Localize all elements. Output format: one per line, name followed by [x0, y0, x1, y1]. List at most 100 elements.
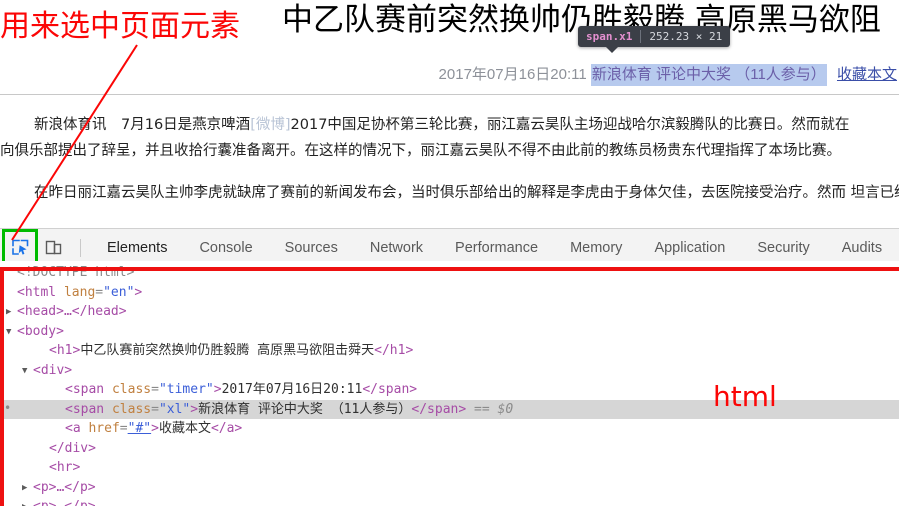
- dom-tag-open: <a: [65, 421, 89, 436]
- dom-row[interactable]: ▶<a href="#">收藏本文</a>: [0, 419, 899, 439]
- device-toolbar-icon: [45, 240, 61, 255]
- tooltip-arrow: [606, 47, 618, 53]
- dom-row[interactable]: ▶<h1>中乙队赛前突然换帅仍胜毅腾 高原黑马欲阻击舜天</h1>: [0, 341, 899, 361]
- chevron-down-icon[interactable]: ▼: [6, 323, 17, 343]
- dom-collapsed-node: <p>…</p>: [33, 479, 96, 495]
- dom-attr-value: "#": [127, 421, 152, 436]
- dom-tag-open: </div>: [49, 440, 96, 456]
- dom-row-content: ▶<span class="xl">新浪体育 评论中大奖 （11人参与）</sp…: [6, 402, 513, 417]
- dom-attr-name: lang: [63, 284, 96, 300]
- dom-tag-open: <div>: [33, 362, 73, 378]
- dom-row[interactable]: ▶<html lang="en">: [0, 283, 899, 303]
- dom-tag-end: </h1>: [374, 343, 414, 358]
- tab-label: Security: [757, 239, 810, 256]
- dom-attr-value: "xl": [158, 401, 191, 417]
- dom-selected-ref: == $0: [466, 401, 514, 417]
- article-paragraph-2: 在昨日丽江嘉云昊队主帅李虎就缺席了赛前的新闻发布会，当时俱乐部给出的解释是李虎由…: [0, 180, 899, 206]
- chevron-down-icon[interactable]: ▼: [22, 362, 33, 382]
- annotation-html-note: html: [713, 380, 777, 413]
- dom-row-content: ▼ <body>: [6, 324, 64, 339]
- tooltip-selector: span.x1: [586, 30, 633, 43]
- dom-text-node: 收藏本文: [158, 421, 211, 436]
- inspect-element-icon: [11, 239, 28, 255]
- dom-attr-name: class: [111, 382, 152, 397]
- dom-tag-end: </span>: [411, 401, 467, 417]
- tree-spacer: ▶: [54, 381, 65, 401]
- dom-tag-open: <span: [65, 382, 112, 397]
- article-timestamp: 2017年07月16日20:11: [438, 66, 587, 83]
- annotation-select-element-note: 用来选中页面元素: [0, 9, 240, 44]
- dom-row-content: ▶<html lang="en">: [6, 285, 142, 300]
- tree-spacer: ▶: [54, 401, 65, 421]
- dom-row[interactable]: ▶<hr>: [0, 458, 899, 478]
- device-toolbar-button[interactable]: [38, 233, 68, 263]
- annotation-red-horizontal-line: [0, 267, 899, 271]
- dom-text-node: 2017年07月16日20:11: [221, 382, 363, 397]
- dom-tag-open: <html: [17, 284, 64, 300]
- tab-label: Elements: [107, 239, 168, 256]
- dom-tag-open: <span: [65, 401, 112, 417]
- tab-label: Network: [369, 239, 424, 256]
- dom-tag-end: </span>: [362, 382, 418, 397]
- dom-row-content: ▶<hr>: [6, 460, 80, 475]
- para1-line2: 向俱乐部提出了辞呈，并且收拾行囊准备离开。在这样的情况下，丽江嘉云昊队不得不由此…: [0, 143, 841, 159]
- article-paragraph-1: 新浪体育讯 7月16日是燕京啤酒[微博]2017中国足协杯第三轮比赛，丽江嘉云昊…: [0, 112, 899, 164]
- para2-line1: 在昨日丽江嘉云昊队主帅李虎就缺席了赛前的新闻发布会，当时俱乐部给出的解释是李虎由…: [34, 185, 846, 201]
- para1-weibo-tag: [微博]: [250, 117, 291, 133]
- dom-row[interactable]: ▼ <body>: [0, 322, 899, 342]
- dom-tag-gt: >: [190, 401, 199, 417]
- inspect-element-button[interactable]: [2, 228, 38, 267]
- element-inspector-tooltip: span.x1 252.23 × 21: [578, 26, 731, 53]
- dom-row[interactable]: ▶</div>: [0, 439, 899, 459]
- tab-label: Console: [199, 239, 253, 256]
- screenshot-root: 中乙队赛前突然换帅仍胜毅腾 高原黑马欲阻 2017年07月16日20:11 新浪…: [0, 0, 899, 506]
- dom-row-content: ▶<p>…</p>: [6, 480, 96, 495]
- para1-line1-a: 新浪体育讯 7月16日是燕京啤酒: [34, 117, 251, 133]
- dom-attr-equals: =: [151, 382, 159, 397]
- dom-row[interactable]: ▶ <head>…</head>: [0, 302, 899, 322]
- dom-tag-open: <h1>: [49, 343, 81, 358]
- dom-text-node: 中乙队赛前突然换帅仍胜毅腾 高原黑马欲阻击舜天: [80, 343, 375, 358]
- para1-line1-b: 2017中国足协杯第三轮比赛，丽江嘉云昊队主场迎战哈尔滨毅腾队的比赛日。然而就在: [290, 117, 850, 133]
- tree-spacer: ▶: [38, 342, 49, 362]
- tab-label: Performance: [455, 239, 539, 256]
- chevron-right-icon[interactable]: ▶: [22, 498, 33, 506]
- dom-attr-value: "en": [103, 284, 135, 300]
- devtools-panel: Elements Console Sources Network Performance…: [0, 228, 899, 506]
- dom-row[interactable]: ▶<p>…</p>: [0, 478, 899, 498]
- dom-attr-equals: =: [119, 421, 128, 436]
- chevron-right-icon[interactable]: ▶: [6, 303, 17, 323]
- dom-row-content: ▶<span class="timer">2017年07月16日20:11</s…: [6, 382, 417, 397]
- tree-spacer: ▶: [6, 284, 17, 304]
- dom-attr-name: href: [88, 421, 120, 436]
- tab-label: Audits: [841, 239, 883, 256]
- tree-spacer: ▶: [38, 459, 49, 479]
- dom-row[interactable]: ▶<p>…</p>: [0, 497, 899, 506]
- highlighted-span-xl[interactable]: 新浪体育 评论中大奖 （11人参与）: [590, 64, 827, 86]
- dom-row-content: ▶<a href="#">收藏本文</a>: [6, 421, 242, 436]
- tree-spacer: ▶: [38, 440, 49, 460]
- tab-label: Sources: [284, 239, 338, 256]
- dom-row[interactable]: ▼ <div>: [0, 361, 899, 381]
- dom-row-content: ▶<h1>中乙队赛前突然换帅仍胜毅腾 高原黑马欲阻击舜天</h1>: [6, 343, 413, 358]
- chevron-right-icon[interactable]: ▶: [22, 479, 33, 499]
- annotation-red-left-line: [0, 267, 4, 506]
- tab-label: Memory: [570, 239, 623, 256]
- dom-row-content: ▼ <div>: [6, 363, 72, 378]
- tree-spacer: ▶: [54, 420, 65, 440]
- dom-tag-open: <body>: [17, 323, 64, 339]
- tab-label: Application: [654, 239, 726, 256]
- para2-line2: 坦言已经向俱乐部提出了辞呈。: [850, 185, 899, 201]
- article-divider: [0, 94, 899, 95]
- dom-text-node: 新浪体育 评论中大奖 （11人参与）: [198, 401, 412, 417]
- favorite-article-link[interactable]: 收藏本文: [837, 66, 897, 83]
- dom-row-content: ▶ <head>…</head>: [6, 304, 127, 319]
- dom-tag-end: </a>: [210, 421, 243, 436]
- dom-attr-equals: =: [151, 401, 159, 417]
- dom-attr-value: "timer": [158, 382, 214, 397]
- dom-row-content: ▶<p>…</p>: [6, 499, 96, 506]
- dom-attr-equals: =: [95, 284, 104, 300]
- dom-row[interactable]: ▶<!DOCTYPE html>: [0, 263, 899, 283]
- dom-collapsed-node: <p>…</p>: [33, 499, 96, 506]
- dom-tag-open: <hr>: [49, 460, 81, 475]
